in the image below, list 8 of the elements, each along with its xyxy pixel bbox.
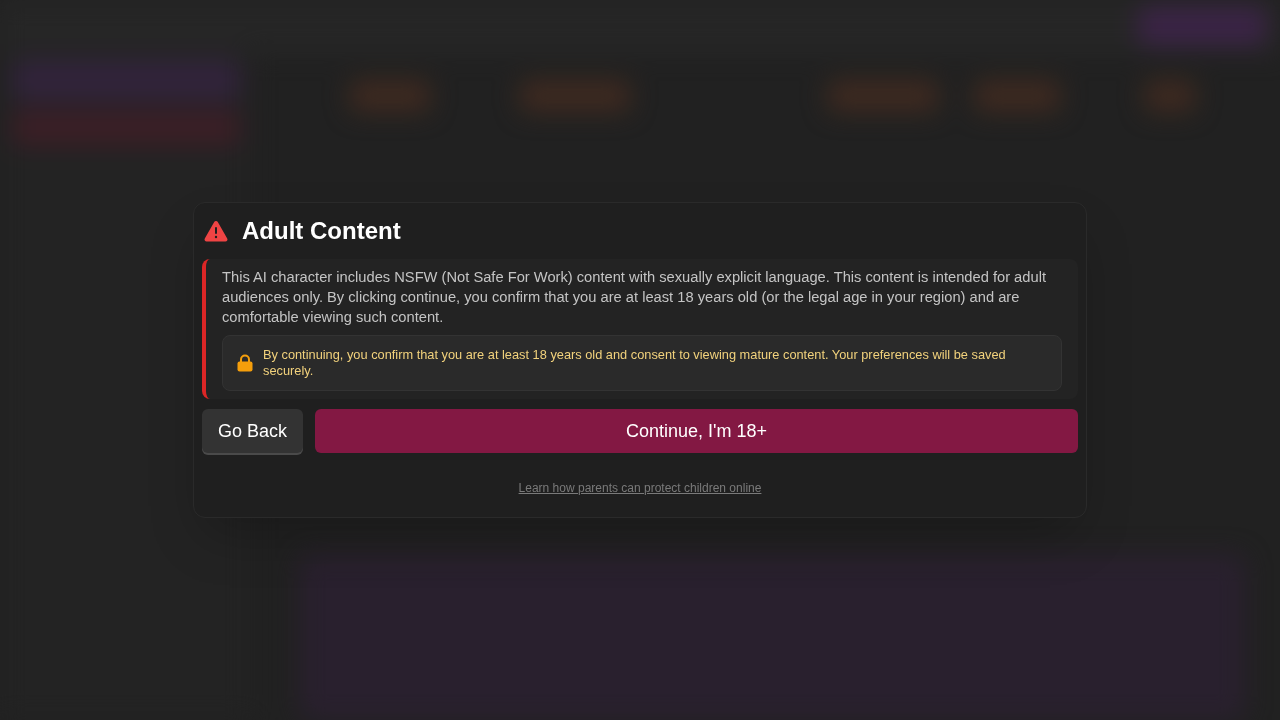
notice-text: By continuing, you confirm that you are at least 18 years old and consent to viewing mature content. Your preferences will be saved securely. bbox=[263, 347, 1007, 379]
back-button[interactable]: Go Back bbox=[202, 409, 304, 453]
continue-button[interactable]: Continue, I'm 18+ bbox=[315, 409, 1078, 453]
warning-message: This AI character includes NSFW (Not Safe For Work) content with sexually explicit language. This content is intended for adult audiences only. By clicking continue, you confirm that you are at least 18 years old (or the legal age in your region) and are comfortable viewing such content. bbox=[222, 268, 1047, 327]
warning-icon bbox=[204, 220, 228, 242]
padlock-icon bbox=[237, 354, 253, 372]
parents-link[interactable]: Learn how parents can protect children online bbox=[518, 479, 762, 497]
dialog-title: Adult Content bbox=[242, 216, 401, 246]
